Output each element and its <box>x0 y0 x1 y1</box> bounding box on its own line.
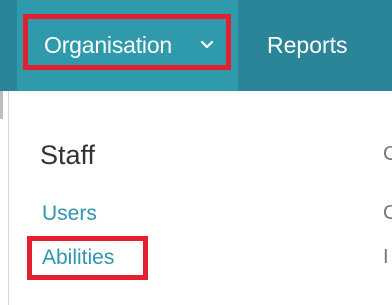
nav-item-reports[interactable]: Reports <box>267 32 348 59</box>
cut-off-column-link[interactable]: I <box>383 246 389 269</box>
cut-off-column-heading: C <box>383 143 392 165</box>
abilities-highlight-box <box>27 236 148 280</box>
section-heading-staff: Staff <box>40 140 96 170</box>
top-navbar: Organisation Reports <box>0 0 392 91</box>
menu-link-users[interactable]: Users <box>42 202 97 226</box>
cut-off-column-link[interactable]: C <box>383 202 392 225</box>
left-gutter <box>0 91 9 305</box>
gutter-mark <box>0 91 3 119</box>
organisation-highlight-box <box>23 14 231 70</box>
